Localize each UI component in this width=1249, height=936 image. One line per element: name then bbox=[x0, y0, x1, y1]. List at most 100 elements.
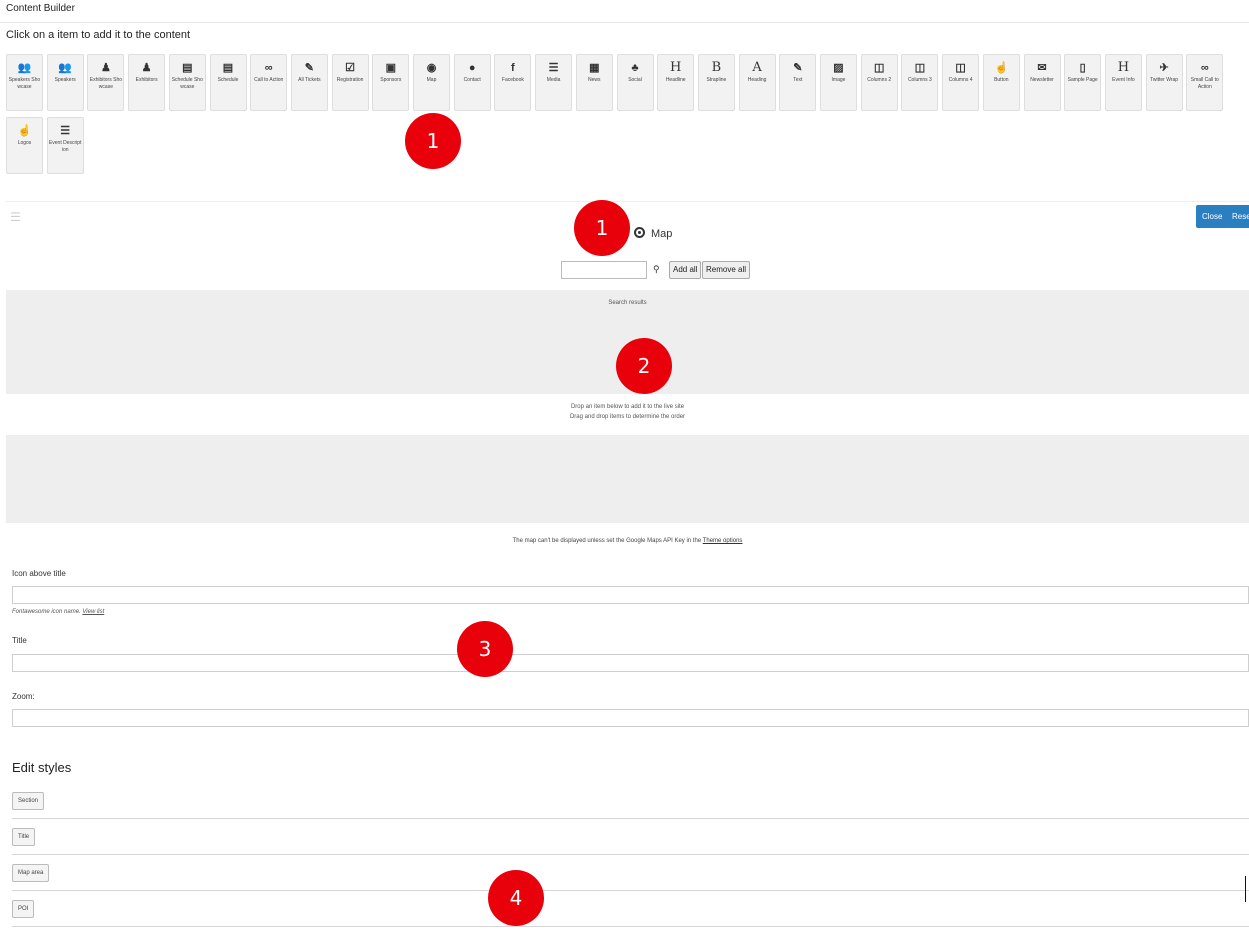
users-icon: 👥 bbox=[58, 62, 73, 74]
palette-item-label: Columns 4 bbox=[948, 77, 973, 83]
drag-handle-icon[interactable]: ☰ bbox=[10, 210, 21, 224]
palette-item[interactable]: ▤ Schedule Sho wcase bbox=[168, 54, 206, 111]
palette-item[interactable]: ☑ Registration bbox=[331, 54, 369, 111]
palette-item[interactable]: ∞ Small Call to Action bbox=[1186, 54, 1224, 111]
palette-item-label: Text bbox=[793, 77, 803, 83]
component-title-text: Map bbox=[651, 228, 673, 240]
hand-pointer-icon: ☝ bbox=[17, 125, 32, 137]
palette-item[interactable]: A Heading bbox=[738, 54, 776, 111]
palette-item[interactable]: ☰ Event Descript ion bbox=[46, 117, 84, 174]
palette-item[interactable]: f Facebook bbox=[494, 54, 532, 111]
palette-item-label: Image bbox=[831, 77, 846, 83]
palette-item[interactable]: ▨ Image bbox=[820, 54, 857, 111]
palette-item-label: Exhibitors bbox=[135, 77, 158, 83]
palette-item-label: Schedule bbox=[217, 77, 239, 83]
palette-item-label: News bbox=[588, 77, 601, 83]
list-icon: ☰ bbox=[60, 125, 71, 137]
palette-item[interactable]: ▯ Sample Page bbox=[1064, 54, 1102, 111]
palette-item[interactable]: 👥 Speakers Sho wcase bbox=[6, 54, 43, 111]
drop-zone[interactable] bbox=[6, 435, 1249, 523]
palette-item-label: Heading bbox=[747, 77, 767, 83]
add-all-button[interactable]: Add all bbox=[669, 261, 702, 279]
palette-item[interactable]: ▦ News bbox=[575, 54, 613, 111]
font-icon: A bbox=[752, 60, 762, 75]
zoom-label: Zoom: bbox=[12, 692, 35, 701]
divider bbox=[12, 854, 1249, 855]
divider bbox=[0, 22, 1249, 23]
users-icon: 👥 bbox=[17, 62, 32, 74]
server-icon: ▤ bbox=[222, 62, 234, 74]
palette-item[interactable]: ◫ Columns 4 bbox=[942, 54, 980, 111]
columns-icon: ◫ bbox=[955, 62, 966, 74]
palette-item[interactable]: ♟ Exhibitors Sho wcase bbox=[87, 54, 125, 111]
columns-icon: ◫ bbox=[873, 62, 885, 74]
pencil-icon: ✎ bbox=[793, 62, 803, 74]
reset-button[interactable]: Rese bbox=[1226, 205, 1249, 228]
map-note: The map can't be displayed unless set th… bbox=[6, 538, 1249, 544]
palette-item[interactable]: ♣ Social bbox=[616, 54, 654, 111]
palette-item[interactable]: ◉ Map bbox=[413, 54, 450, 111]
zoom-field[interactable] bbox=[12, 709, 1249, 727]
palette-item-label: Sponsors bbox=[380, 77, 402, 83]
palette-item[interactable]: ☝ Button bbox=[982, 54, 1020, 111]
palette-item-label: Media bbox=[546, 77, 561, 83]
palette-item-label: All Tickets bbox=[298, 77, 321, 83]
palette-item-label: Newsletter bbox=[1030, 77, 1054, 83]
server-icon: ▤ bbox=[182, 62, 193, 74]
map-note-text: The map can't be displayed unless set th… bbox=[512, 538, 702, 544]
annotation-badge-2: 2 bbox=[616, 338, 672, 394]
palette-item-label: Event Info bbox=[1112, 77, 1135, 83]
palette-item[interactable]: ▣ Sponsors bbox=[372, 54, 410, 111]
palette-item[interactable]: ◫ Columns 3 bbox=[901, 54, 939, 111]
instruction-text: Click on a item to add it to the content bbox=[6, 29, 191, 41]
target-icon: ◉ bbox=[426, 62, 437, 74]
list-icon: ☰ bbox=[548, 62, 559, 74]
palette-item[interactable]: ☰ Media bbox=[535, 54, 573, 111]
remove-all-button[interactable]: Remove all bbox=[702, 261, 751, 279]
palette-item-label: Columns 2 bbox=[867, 77, 892, 83]
palette-item-label: Registration bbox=[336, 77, 364, 83]
palette-item[interactable]: ● Contact bbox=[453, 54, 491, 111]
palette-item[interactable]: ✈ Twitter Wrap bbox=[1145, 54, 1183, 111]
search-icon[interactable]: ⚲ bbox=[653, 264, 660, 275]
close-button[interactable]: Close bbox=[1196, 205, 1229, 228]
title-style-button[interactable]: Title bbox=[12, 828, 36, 846]
map-area-style-button[interactable]: Map area bbox=[12, 864, 50, 882]
palette-item-label: Speakers bbox=[54, 77, 76, 83]
component-title: Map bbox=[634, 227, 672, 240]
palette-item[interactable]: ◫ Columns 2 bbox=[860, 54, 898, 111]
divider bbox=[12, 890, 1249, 891]
user-plus-icon: ♣ bbox=[631, 62, 639, 74]
palette-item-label: Small Call to Action bbox=[1190, 77, 1219, 90]
palette-item[interactable]: ✎ All Tickets bbox=[290, 54, 328, 111]
palette-item[interactable]: H Event Info bbox=[1104, 54, 1142, 111]
palette-item[interactable]: ✎ Text bbox=[779, 54, 817, 111]
section-style-button[interactable]: Section bbox=[12, 792, 45, 810]
poi-style-button[interactable]: POI bbox=[12, 900, 35, 918]
palette-item[interactable]: ∞ Call to Action bbox=[250, 54, 288, 111]
title-label: Title bbox=[12, 636, 27, 645]
palette-item[interactable]: ▤ Schedule bbox=[209, 54, 247, 111]
palette-item-label: Sample Page bbox=[1067, 77, 1098, 83]
annotation-badge-3: 3 bbox=[457, 621, 513, 677]
palette-item[interactable]: B Strapline bbox=[697, 54, 735, 111]
palette-item[interactable]: ✉ Newsletter bbox=[1023, 54, 1061, 111]
palette-item[interactable]: ☝ Logos bbox=[6, 117, 43, 174]
palette-item[interactable]: ♟ Exhibitors bbox=[128, 54, 166, 111]
money-icon: ▣ bbox=[385, 62, 396, 74]
palette-item-label: Logos bbox=[17, 140, 32, 146]
palette-item-label: Event Descript ion bbox=[48, 140, 82, 153]
palette-item-label: Twitter Wrap bbox=[1150, 77, 1179, 83]
palette-item-label: Social bbox=[628, 77, 642, 83]
annotation-badge-4: 4 bbox=[488, 870, 544, 926]
palette-item-label: Map bbox=[426, 77, 437, 83]
search-input[interactable] bbox=[561, 261, 647, 279]
palette-item[interactable]: H Headline bbox=[657, 54, 695, 111]
icon-above-title-field[interactable] bbox=[12, 586, 1249, 604]
title-field[interactable] bbox=[12, 654, 1249, 672]
icon-help-text: Fontawesome icon name. View list bbox=[12, 609, 104, 615]
palette-item[interactable]: 👥 Speakers bbox=[46, 54, 84, 111]
view-list-link[interactable]: View list bbox=[82, 609, 104, 615]
theme-options-link[interactable]: Theme options bbox=[703, 538, 743, 544]
target-icon bbox=[634, 227, 645, 238]
